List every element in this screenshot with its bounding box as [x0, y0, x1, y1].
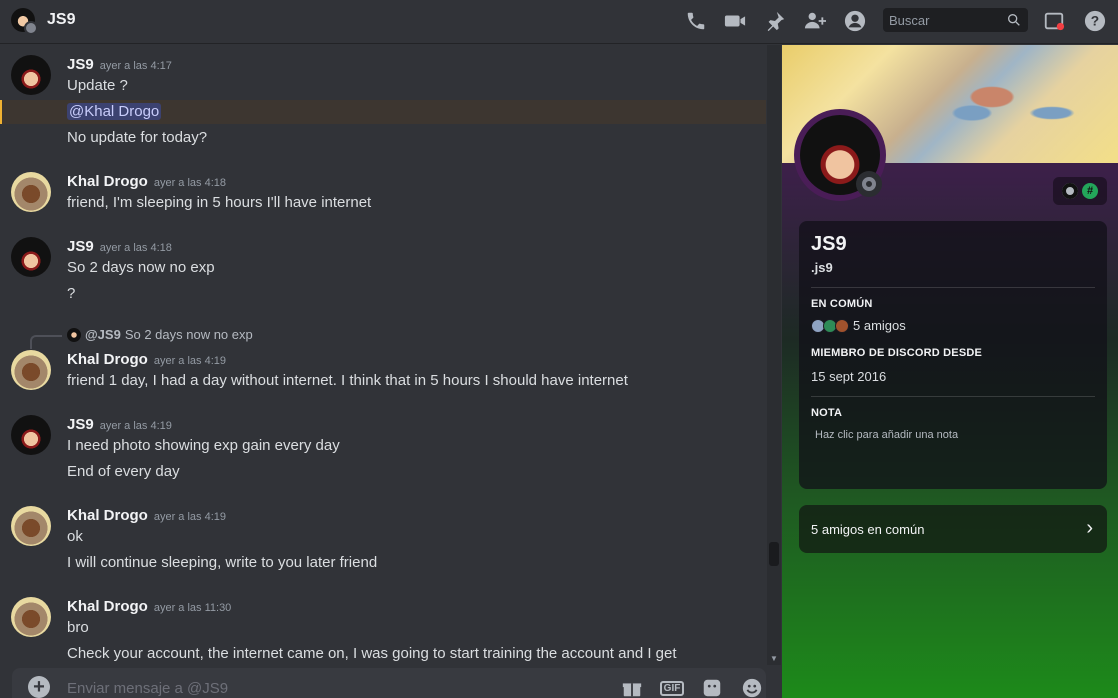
- search-placeholder: Buscar: [889, 12, 930, 28]
- emoji-icon[interactable]: [741, 678, 763, 698]
- message-list: JS9 ayer a las 4:17 Update ? @Khal Drogo …: [0, 45, 766, 665]
- timestamp: ayer a las 4:19: [99, 420, 172, 432]
- mutual-friends-button[interactable]: 5 amigos en común ›: [799, 505, 1107, 553]
- timestamp: ayer a las 11:30: [153, 602, 232, 614]
- channel-header: JS9 Buscar ?: [0, 0, 1118, 44]
- svg-text:?: ?: [1091, 14, 1099, 29]
- inbox-icon[interactable]: [1041, 9, 1067, 33]
- user-profile-icon[interactable]: [842, 9, 868, 33]
- hypesquad-badge-icon[interactable]: #: [1082, 183, 1098, 199]
- divider: [811, 287, 1095, 288]
- message-text: ok: [67, 528, 83, 545]
- message-author[interactable]: Khal Drogo ayer a las 4:18: [67, 173, 226, 190]
- author-name[interactable]: JS9: [67, 416, 94, 433]
- chat-scrollbar[interactable]: ▼: [767, 45, 781, 665]
- note-heading: NOTA: [811, 407, 843, 419]
- reply-author[interactable]: @JS9: [85, 327, 121, 342]
- message-text: So 2 days now no exp: [67, 259, 215, 276]
- message-author[interactable]: JS9 ayer a las 4:19: [67, 416, 172, 433]
- profile-display-name: JS9: [811, 233, 847, 255]
- message-composer[interactable]: + Enviar mensaje a @JS9 GIF: [12, 668, 766, 698]
- member-since-heading: MIEMBRO DE DISCORD DESDE: [811, 347, 983, 359]
- attach-plus-icon[interactable]: +: [28, 676, 50, 698]
- profile-username: .js9: [811, 260, 833, 275]
- message-author[interactable]: JS9 ayer a las 4:18: [67, 238, 172, 255]
- search-input[interactable]: Buscar: [883, 8, 1028, 32]
- composer-placeholder[interactable]: Enviar mensaje a @JS9: [67, 680, 228, 697]
- in-common-heading: EN COMÚN: [811, 298, 873, 310]
- video-call-icon[interactable]: [722, 9, 748, 33]
- author-name[interactable]: Khal Drogo: [67, 598, 148, 615]
- timestamp: ayer a las 4:19: [153, 511, 226, 523]
- message-text: Check your account, the internet came on…: [67, 645, 677, 662]
- sticker-icon[interactable]: [701, 678, 723, 698]
- author-name[interactable]: JS9: [67, 238, 94, 255]
- mutual-friends-count[interactable]: 5 amigos: [853, 318, 906, 333]
- mutual-friends-summary[interactable]: 5 amigos: [811, 318, 1095, 333]
- reply-avatar: [67, 327, 81, 342]
- message-text: friend 1 day, I had a day without intern…: [67, 372, 628, 389]
- avatar[interactable]: [11, 350, 51, 390]
- message-text: bro: [67, 619, 89, 636]
- dm-title: JS9: [47, 11, 76, 28]
- mutual-avatar: [835, 318, 849, 333]
- avatar[interactable]: [11, 597, 51, 637]
- avatar[interactable]: [11, 506, 51, 546]
- note-input[interactable]: Haz clic para añadir una nota: [815, 429, 1095, 441]
- gift-icon[interactable]: [621, 678, 643, 698]
- search-icon: [1008, 13, 1020, 26]
- message-author[interactable]: JS9 ayer a las 4:17: [67, 56, 172, 73]
- user-mention[interactable]: @Khal Drogo: [67, 103, 162, 120]
- user-profile-panel: # JS9 .js9 EN COMÚN 5 amigos MIEMBRO DE …: [782, 45, 1118, 698]
- message-text: I need photo showing exp gain every day: [67, 437, 340, 454]
- message-text: I will continue sleeping, write to you l…: [67, 554, 378, 571]
- mutual-avatars: [811, 318, 849, 333]
- author-name[interactable]: Khal Drogo: [67, 507, 148, 524]
- avatar[interactable]: [11, 172, 51, 212]
- message-author[interactable]: Khal Drogo ayer a las 11:30: [67, 598, 231, 615]
- message-author[interactable]: Khal Drogo ayer a las 4:19: [67, 507, 226, 524]
- message-text: ?: [67, 285, 76, 302]
- add-friends-icon[interactable]: [802, 9, 828, 33]
- avatar[interactable]: [11, 415, 51, 455]
- timestamp: ayer a las 4:18: [99, 242, 172, 254]
- message-text: End of every day: [67, 463, 180, 480]
- dm-avatar[interactable]: [11, 8, 38, 35]
- avatar[interactable]: [11, 237, 51, 277]
- pinned-messages-icon[interactable]: [762, 9, 788, 33]
- author-name[interactable]: JS9: [67, 56, 94, 73]
- member-since-date: 15 sept 2016: [811, 369, 887, 384]
- message-text: @Khal Drogo: [67, 103, 162, 120]
- timestamp: ayer a las 4:18: [153, 177, 226, 189]
- profile-badges: #: [1053, 177, 1107, 205]
- help-icon[interactable]: ?: [1082, 9, 1108, 33]
- mutual-friends-label: 5 amigos en común: [811, 521, 925, 537]
- chevron-right-icon: ›: [1086, 517, 1093, 539]
- status-offline-icon: [856, 171, 882, 197]
- avatar[interactable]: [11, 55, 51, 95]
- reply-text[interactable]: So 2 days now no exp: [125, 327, 253, 342]
- nitro-badge-icon[interactable]: [1062, 183, 1078, 199]
- timestamp: ayer a las 4:19: [153, 355, 226, 367]
- message-text: Update ?: [67, 77, 128, 94]
- reply-reference[interactable]: @JS9 So 2 days now no exp: [67, 327, 253, 342]
- divider: [811, 396, 1095, 397]
- author-name[interactable]: Khal Drogo: [67, 351, 148, 368]
- profile-avatar[interactable]: [794, 109, 886, 201]
- scroll-down-arrow-icon[interactable]: ▼: [770, 654, 778, 663]
- author-name[interactable]: Khal Drogo: [67, 173, 148, 190]
- message-text: friend, I'm sleeping in 5 hours I'll hav…: [67, 194, 372, 211]
- message-author[interactable]: Khal Drogo ayer a las 4:19: [67, 351, 226, 368]
- scrollbar-thumb[interactable]: [769, 542, 779, 566]
- reply-spine: [30, 335, 62, 349]
- timestamp: ayer a las 4:17: [99, 60, 172, 72]
- message-text: No update for today?: [67, 129, 208, 146]
- profile-card: JS9 .js9 EN COMÚN 5 amigos MIEMBRO DE DI…: [799, 221, 1107, 489]
- gif-button[interactable]: GIF: [659, 678, 685, 698]
- gif-label: GIF: [659, 680, 685, 696]
- voice-call-icon[interactable]: [683, 9, 709, 33]
